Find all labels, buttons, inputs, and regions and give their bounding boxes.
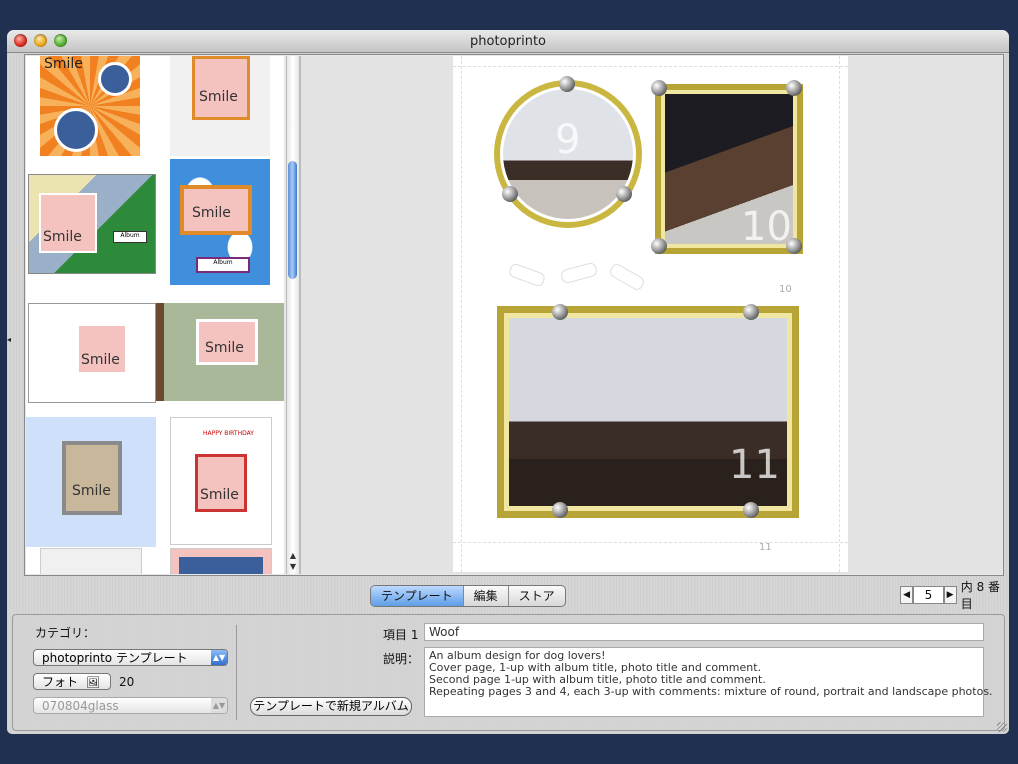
tab-edit[interactable]: 編集 bbox=[464, 586, 509, 606]
panel-divider bbox=[236, 625, 237, 720]
rivet-icon bbox=[559, 76, 575, 92]
page-number: 10 bbox=[779, 284, 792, 295]
thumbnail-label: Smile bbox=[199, 89, 238, 105]
page-preview-area: 9 10 10 11 11 bbox=[301, 56, 1002, 574]
template-thumbnail[interactable]: Smile Album bbox=[28, 174, 156, 274]
rivet-icon bbox=[651, 80, 667, 96]
scrollbar-thumb[interactable] bbox=[288, 161, 297, 279]
resize-grip-icon[interactable] bbox=[997, 722, 1007, 732]
tab-store[interactable]: ストア bbox=[509, 586, 565, 606]
rivet-icon bbox=[552, 304, 568, 320]
category-popup[interactable]: photoprinto テンプレート ▲▼ bbox=[33, 649, 228, 666]
template-thumbnail-selected[interactable]: Smile bbox=[26, 417, 156, 547]
portrait-photo-frame[interactable]: 10 bbox=[655, 84, 803, 254]
thumbnail-scrollbar[interactable]: ▲ ▼ bbox=[286, 56, 299, 574]
photo-number: 9 bbox=[555, 117, 581, 163]
page-number: 11 bbox=[759, 542, 772, 553]
main-content: Smile Smile Smile Album Smile Album Smil… bbox=[24, 54, 1004, 576]
thumbnail-label: Smile bbox=[192, 205, 231, 221]
template-thumbnail[interactable]: HAPPY BIRTHDAY Smile bbox=[170, 417, 272, 545]
photo-card: Smile bbox=[77, 324, 127, 374]
photo-count: 20 bbox=[119, 675, 135, 689]
rivet-icon bbox=[743, 304, 759, 320]
template-name-popup[interactable]: 070804glass ▲▼ bbox=[33, 697, 228, 714]
popup-arrows-icon: ▲▼ bbox=[211, 698, 227, 713]
rivet-icon bbox=[651, 238, 667, 254]
popup-arrows-icon: ▲▼ bbox=[211, 650, 227, 665]
template-thumbnail[interactable]: Smile bbox=[28, 303, 156, 403]
tab-template[interactable]: テンプレート bbox=[371, 586, 464, 606]
window-title: photoprinto bbox=[470, 34, 546, 49]
page-navigator: ◀ 5 ▶ 内 8 番目 bbox=[900, 580, 1009, 611]
photo: 9 bbox=[503, 89, 633, 219]
item-field[interactable]: Woof bbox=[424, 623, 984, 641]
app-window: photoprinto ◂ Smile Smile Smile Album Sm… bbox=[7, 30, 1009, 734]
template-thumbnail[interactable]: Smile bbox=[170, 56, 270, 156]
thumbnail-label: Smile bbox=[72, 483, 111, 499]
smile-face-icon bbox=[54, 108, 98, 152]
photo-card: Smile bbox=[192, 56, 250, 120]
bone-icon bbox=[607, 261, 647, 293]
category-value: photoprinto テンプレート bbox=[42, 651, 188, 665]
scroll-up-icon[interactable]: ▲ bbox=[287, 550, 299, 561]
template-name-value: 070804glass bbox=[42, 699, 119, 713]
thumbnail-label: Smile bbox=[205, 340, 244, 356]
drawer-handle-icon[interactable]: ◂ bbox=[7, 335, 12, 344]
round-photo-frame[interactable]: 9 bbox=[494, 80, 642, 228]
description-field[interactable]: An album design for dog lovers! Cover pa… bbox=[424, 647, 993, 717]
bone-icon bbox=[507, 262, 547, 288]
category-label: カテゴリ： bbox=[35, 626, 96, 640]
photo-card: Smile bbox=[196, 319, 258, 365]
description-label: 説明： bbox=[383, 652, 420, 666]
template-thumbnail-list[interactable]: Smile Smile Smile Album Smile Album Smil… bbox=[26, 56, 284, 574]
landscape-photo-frame[interactable]: 11 bbox=[497, 306, 799, 518]
item-label: 項目 1 bbox=[383, 628, 419, 642]
thumbnail-label: Smile bbox=[44, 56, 83, 72]
template-thumbnail[interactable] bbox=[40, 548, 142, 574]
smile-face-icon bbox=[98, 62, 132, 96]
template-thumbnail[interactable]: Smile bbox=[156, 303, 284, 401]
thumbnail-caption: Album bbox=[196, 257, 250, 273]
photo-type-popup[interactable]: フォト 🖼 bbox=[33, 673, 111, 690]
photo-number: 11 bbox=[729, 442, 780, 488]
template-thumbnail[interactable]: Smile bbox=[40, 56, 140, 156]
scroll-down-icon[interactable]: ▼ bbox=[287, 561, 299, 572]
page-count-label: 内 8 番目 bbox=[960, 580, 1001, 611]
photo-card: Smile bbox=[39, 193, 97, 253]
page-number-field[interactable]: 5 bbox=[913, 586, 944, 604]
prev-page-icon[interactable]: ◀ bbox=[900, 586, 914, 604]
mode-tabs[interactable]: テンプレート 編集 ストア bbox=[370, 585, 566, 607]
title-bar[interactable]: photoprinto bbox=[7, 30, 1009, 53]
rivet-icon bbox=[786, 80, 802, 96]
new-album-from-template-button[interactable]: テンプレートで新規アルバム bbox=[250, 697, 412, 716]
rivet-icon bbox=[743, 502, 759, 518]
photo-card: Smile bbox=[62, 441, 122, 515]
template-thumbnail[interactable]: Smile Album bbox=[170, 159, 270, 285]
rivet-icon bbox=[552, 502, 568, 518]
photo-card: Smile bbox=[195, 454, 247, 512]
template-info-panel: カテゴリ： photoprinto テンプレート ▲▼ フォト 🖼 20 070… bbox=[12, 614, 1005, 731]
photo-type-value: フォト bbox=[42, 675, 79, 689]
thumbnail-label: Smile bbox=[81, 352, 120, 368]
rivet-icon bbox=[502, 186, 518, 202]
rivet-icon bbox=[786, 238, 802, 254]
photo: 10 bbox=[665, 94, 793, 250]
photo: 11 bbox=[509, 318, 787, 506]
thumbnail-label: Smile bbox=[43, 229, 82, 245]
next-page-icon[interactable]: ▶ bbox=[943, 586, 957, 604]
photo-card: Smile bbox=[180, 185, 252, 235]
thumbnail-caption: Album bbox=[113, 231, 147, 243]
rivet-icon bbox=[616, 186, 632, 202]
photo-number: 10 bbox=[741, 204, 792, 250]
album-page[interactable]: 9 10 10 11 11 bbox=[453, 56, 848, 572]
template-thumbnail[interactable] bbox=[170, 548, 272, 574]
photo-icon: 🖼 bbox=[86, 676, 100, 689]
smile-face-icon bbox=[179, 557, 263, 574]
description-line: Repeating pages 3 and 4, each 3-up with … bbox=[429, 685, 993, 698]
thumbnail-label: Smile bbox=[200, 487, 239, 503]
thumbnail-sublabel: HAPPY BIRTHDAY bbox=[203, 430, 254, 437]
bone-icon bbox=[559, 261, 599, 285]
